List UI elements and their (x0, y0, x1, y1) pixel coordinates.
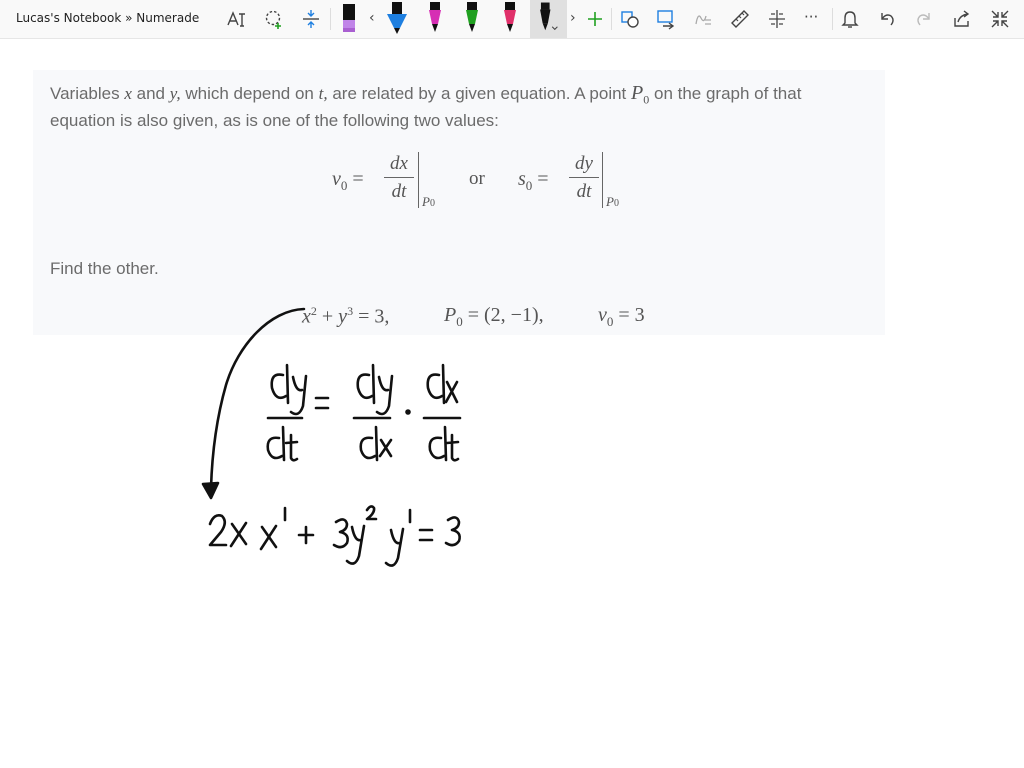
ink-arrow-head (201, 481, 220, 500)
ink-glyph (259, 524, 278, 551)
ink-equals (314, 396, 330, 410)
ink-glyph (345, 524, 366, 565)
ink-glyph (444, 516, 461, 547)
ink-multiply-dot (405, 409, 411, 415)
ink-glyph (270, 363, 290, 405)
ink-glyph (365, 505, 378, 521)
ink-glyph (229, 521, 248, 548)
ink-glyph (289, 374, 308, 416)
ink-glyph (359, 425, 379, 462)
ink-glyph (426, 363, 446, 405)
ink-glyph (297, 525, 315, 545)
ink-glyph (208, 514, 228, 547)
ink-equals (418, 528, 434, 542)
ink-glyph (284, 433, 299, 462)
ink-glyph (444, 380, 459, 404)
handwritten-ink-layer (201, 307, 462, 567)
ink-glyph (332, 518, 349, 549)
ink-glyph (445, 433, 460, 462)
ink-glyph (384, 527, 405, 567)
ink-glyph (428, 425, 448, 462)
ink-glyph (375, 374, 394, 416)
ink-glyph (378, 438, 393, 458)
ink-arrow-curve (209, 307, 306, 490)
ink-glyph (356, 363, 376, 405)
ink-glyph (266, 425, 286, 462)
notebook-window: Lucas's Notebook » Numerade ‹ › ··· Vari… (0, 0, 1024, 768)
